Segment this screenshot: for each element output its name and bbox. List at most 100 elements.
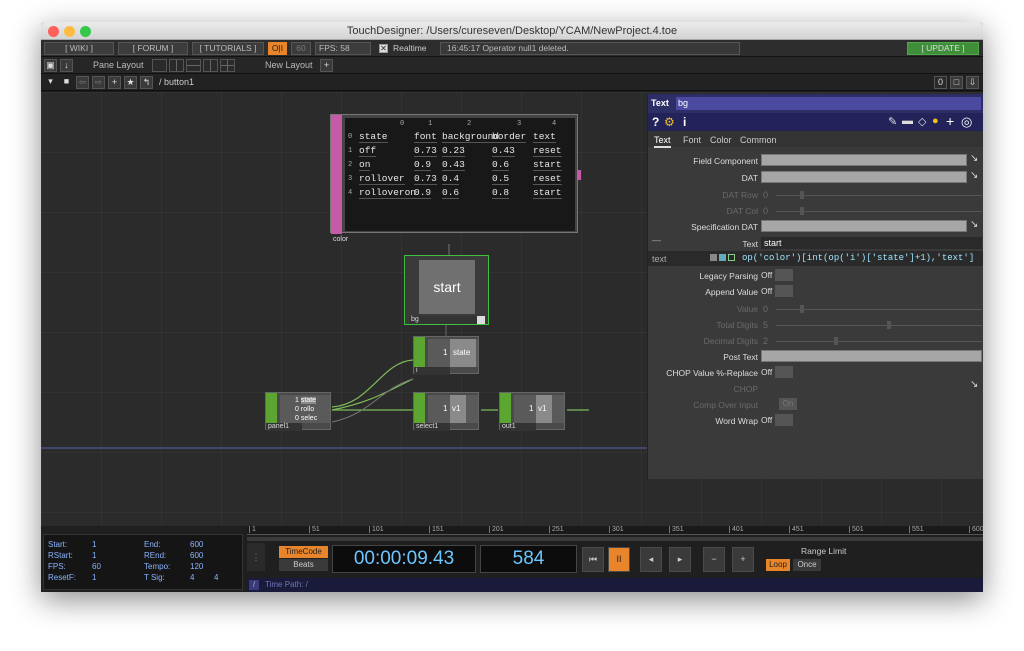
dat-row-value[interactable]: 0 <box>763 190 768 200</box>
bg-text-top[interactable]: start bg <box>404 255 489 325</box>
table-cell[interactable]: 0.73 <box>414 173 437 185</box>
pane-index[interactable]: 0 <box>934 76 947 89</box>
mode-constant-icon[interactable] <box>710 254 717 261</box>
text-field[interactable]: start <box>761 237 982 249</box>
total-digits-slider[interactable] <box>776 325 982 326</box>
realtime-checkbox[interactable]: ✕ <box>379 44 388 53</box>
legacy-parsing-toggle[interactable]: Off <box>761 269 794 281</box>
decimal-digits-slider[interactable] <box>776 341 982 342</box>
timecode-button[interactable]: TimeCode <box>279 546 328 558</box>
add-layout-icon[interactable]: + <box>320 59 333 72</box>
table-cell[interactable]: background <box>442 131 500 143</box>
table-cell[interactable]: 0.43 <box>492 145 515 157</box>
time-setting-fps[interactable]: 60 <box>92 562 101 571</box>
collapse-icon[interactable]: — <box>652 235 661 245</box>
add-parameter-icon[interactable]: + <box>946 113 954 129</box>
time-setting-resetf[interactable]: 1 <box>92 573 96 582</box>
table-cell[interactable]: 0.6 <box>442 187 460 199</box>
once-button[interactable]: Once <box>793 559 821 571</box>
table-cell[interactable]: reset <box>533 173 562 185</box>
tag-icon[interactable]: ◇ <box>918 115 926 128</box>
timeline-ruler[interactable]: 1 51 101 151 201 251 301 351 401 451 501 551 600 <box>247 526 983 535</box>
oi-button[interactable]: O|I <box>268 42 287 55</box>
layout-split-horizontal-icon[interactable] <box>186 59 201 72</box>
menu-arrow-icon[interactable]: ▾ <box>44 76 57 89</box>
table-cell[interactable]: border <box>492 131 527 143</box>
time-setting-rstart[interactable]: 1 <box>92 551 96 560</box>
python-help-icon[interactable]: ⚙ <box>664 115 675 129</box>
post-text-field[interactable] <box>761 350 982 362</box>
pause-icon[interactable]: II <box>608 547 630 572</box>
table-cell[interactable]: 0.43 <box>442 159 465 171</box>
edit-pencil-icon[interactable]: ✎ <box>888 115 897 128</box>
drop-target-icon[interactable]: ↘ <box>970 153 978 164</box>
beats-button[interactable]: Beats <box>279 559 328 571</box>
speed-up-icon[interactable]: + <box>732 547 754 572</box>
color-table-dat[interactable]: 0 1 2 3 4 0 state font background border text… <box>330 114 581 243</box>
time-setting-rend[interactable]: 600 <box>190 551 203 560</box>
drop-target-icon[interactable]: ↘ <box>970 219 978 230</box>
expression-field[interactable]: op('color')[int(op('i')['state']+1),'tex… <box>742 253 974 263</box>
layout-three-icon[interactable] <box>203 59 218 72</box>
image-icon[interactable]: ▣ <box>44 59 57 72</box>
layout-split-vertical-icon[interactable] <box>169 59 184 72</box>
table-cell[interactable]: 0.23 <box>442 145 465 157</box>
tutorials-button[interactable]: [ TUTORIALS ] <box>192 42 264 55</box>
dat-col-value[interactable]: 0 <box>763 206 768 216</box>
slider-handle[interactable] <box>800 191 804 199</box>
dat-row-slider[interactable] <box>776 195 982 196</box>
table-cell[interactable]: reset <box>533 145 562 157</box>
value-slider[interactable] <box>776 309 982 310</box>
panel1-chop[interactable]: 1 state 0 rollo 0 selec panel1 <box>265 392 331 431</box>
tab-text[interactable]: Text <box>654 135 671 148</box>
table-cell[interactable]: 0.73 <box>414 145 437 157</box>
select1-chop[interactable]: 1 v1 select1 <box>413 392 479 431</box>
wiki-button[interactable]: [ WIKI ] <box>44 42 114 55</box>
tab-color[interactable]: Color <box>710 135 732 145</box>
step-forward-icon[interactable]: ▸ <box>669 547 691 572</box>
i-chop[interactable]: 1 state i <box>413 336 479 375</box>
slider-handle[interactable] <box>887 321 891 329</box>
comment-icon[interactable]: ▬ <box>902 115 913 127</box>
forum-button[interactable]: [ FORUM ] <box>118 42 188 55</box>
table-cell[interactable]: 0.9 <box>414 159 432 171</box>
dat-col-slider[interactable] <box>776 211 982 212</box>
slider-handle[interactable] <box>800 305 804 313</box>
viewer-toggle-icon[interactable] <box>477 316 485 324</box>
comp-over-toggle[interactable]: On <box>779 398 797 410</box>
drop-target-icon[interactable]: ↘ <box>970 379 978 390</box>
time-setting-tempo[interactable]: 120 <box>190 562 203 571</box>
table-cell[interactable]: 0.4 <box>442 173 460 185</box>
table-cell[interactable]: 0.5 <box>492 173 510 185</box>
bookmark-star-icon[interactable]: ★ <box>124 76 137 89</box>
chop-replace-toggle[interactable]: Off <box>761 366 794 378</box>
time-setting-start[interactable]: 1 <box>92 540 96 549</box>
loop-button[interactable]: Loop <box>766 559 790 571</box>
table-cell[interactable]: font <box>414 131 437 143</box>
mode-expression-icon[interactable] <box>719 254 726 261</box>
network-path[interactable]: / button1 <box>159 77 194 87</box>
table-cell[interactable]: state <box>359 131 388 143</box>
update-button[interactable]: [ UPDATE ] <box>907 42 979 55</box>
tab-common[interactable]: Common <box>740 135 777 145</box>
tab-font[interactable]: Font <box>683 135 701 145</box>
table-cell[interactable]: on <box>359 159 371 171</box>
forward-icon[interactable]: ⇨ <box>92 76 105 89</box>
timeline-handle[interactable]: ⋮ <box>247 543 265 571</box>
speed-down-icon[interactable]: − <box>703 547 725 572</box>
table-cell[interactable]: 0.6 <box>492 159 510 171</box>
spec-dat-field[interactable] <box>761 220 967 232</box>
table-cell[interactable]: rollover <box>359 173 405 185</box>
close-window-icon[interactable] <box>48 26 59 37</box>
out1-chop[interactable]: 1 v1 out1 <box>499 392 565 431</box>
time-setting-end[interactable]: 600 <box>190 540 203 549</box>
stop-icon[interactable]: ■ <box>60 76 73 89</box>
settings-icon[interactable]: ◎ <box>961 114 972 130</box>
fps-target-field[interactable]: 60 <box>291 42 311 55</box>
maximize-pane-icon[interactable]: □ <box>950 76 963 89</box>
mode-export-icon[interactable] <box>728 254 735 261</box>
table-cell[interactable]: start <box>533 187 562 199</box>
table-cell[interactable]: 0.8 <box>492 187 510 199</box>
parent-up-icon[interactable]: ↰ <box>140 76 153 89</box>
total-digits-value[interactable]: 5 <box>763 320 768 330</box>
